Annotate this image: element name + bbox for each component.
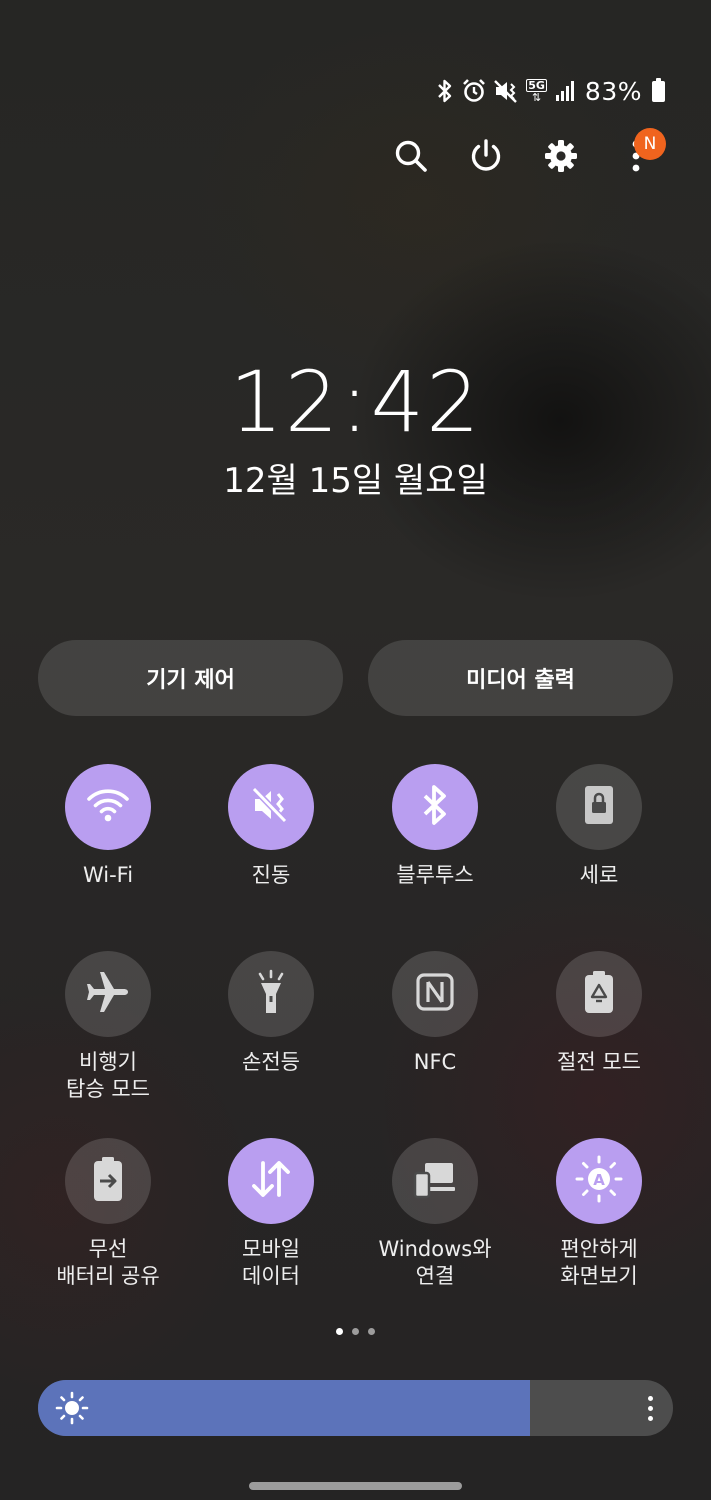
tile-label: 진동 bbox=[251, 863, 291, 887]
tile-airplane-mode[interactable]: 비행기 탑승 모드 bbox=[33, 951, 183, 1103]
tile-power-saving-toggle[interactable] bbox=[556, 951, 642, 1037]
tile-label: 비행기 탑승 모드 bbox=[66, 1050, 150, 1101]
battery-icon bbox=[652, 77, 665, 102]
tile-wifi[interactable]: Wi-Fi bbox=[33, 764, 183, 889]
search-icon bbox=[394, 139, 428, 177]
bluetooth-icon bbox=[420, 784, 450, 830]
tile-label: 편안하게 화면보기 bbox=[560, 1237, 638, 1288]
tile-bluetooth-toggle[interactable] bbox=[392, 764, 478, 850]
more-dot bbox=[647, 1415, 653, 1421]
tile-orientation[interactable]: 세로 bbox=[524, 764, 674, 889]
signal-icon bbox=[555, 80, 575, 102]
tile-nfc-toggle[interactable] bbox=[392, 951, 478, 1037]
settings-button[interactable] bbox=[541, 138, 581, 178]
bluetooth-icon bbox=[436, 78, 454, 104]
more-dot bbox=[647, 1395, 653, 1401]
alarm-icon bbox=[462, 78, 486, 104]
tile-vibrate-toggle[interactable] bbox=[228, 764, 314, 850]
vibrate-icon bbox=[494, 78, 518, 104]
tile-flashlight[interactable]: 손전등 bbox=[196, 951, 346, 1076]
page-dot[interactable] bbox=[336, 1328, 343, 1335]
tile-label: 세로 bbox=[579, 863, 619, 887]
brightness-more-button[interactable] bbox=[641, 1390, 659, 1426]
media-output-button[interactable]: 미디어 출력 bbox=[368, 640, 673, 716]
home-indicator[interactable] bbox=[249, 1482, 462, 1490]
tile-mobile-data-toggle[interactable] bbox=[228, 1138, 314, 1224]
tile-label: 모바일 데이터 bbox=[242, 1237, 300, 1288]
eye-comfort-icon: A bbox=[574, 1154, 624, 1208]
flashlight-icon bbox=[253, 969, 289, 1019]
tile-label: 절전 모드 bbox=[557, 1050, 641, 1074]
tile-wireless-battery-share-toggle[interactable] bbox=[65, 1138, 151, 1224]
tile-label: NFC bbox=[413, 1050, 457, 1074]
page-indicator bbox=[0, 1328, 711, 1335]
battery-percentage: 83% bbox=[584, 76, 642, 106]
link-to-windows-icon bbox=[413, 1159, 457, 1203]
nfc-icon bbox=[416, 973, 454, 1015]
more-dot bbox=[647, 1405, 653, 1411]
device-control-button[interactable]: 기기 제어 bbox=[38, 640, 343, 716]
tile-link-to-windows-toggle[interactable] bbox=[392, 1138, 478, 1224]
svg-text:A: A bbox=[593, 1171, 605, 1189]
tile-label: 무선 배터리 공유 bbox=[56, 1237, 160, 1288]
airplane-icon bbox=[84, 968, 132, 1020]
tile-orientation-toggle[interactable] bbox=[556, 764, 642, 850]
brightness-fill bbox=[38, 1380, 531, 1436]
portrait-lock-icon bbox=[583, 784, 615, 830]
search-button[interactable] bbox=[391, 138, 431, 178]
sun-icon bbox=[55, 1391, 89, 1429]
page-dot[interactable] bbox=[368, 1328, 375, 1335]
tile-wifi-toggle[interactable] bbox=[65, 764, 151, 850]
tile-label: 손전등 bbox=[242, 1050, 300, 1074]
power-button[interactable] bbox=[466, 138, 506, 178]
clock-time[interactable]: 12:42 bbox=[0, 352, 711, 452]
tile-bluetooth[interactable]: 블루투스 bbox=[360, 764, 510, 889]
tile-link-to-windows[interactable]: Windows와 연결 bbox=[360, 1138, 510, 1290]
tile-wireless-battery-share[interactable]: 무선 배터리 공유 bbox=[33, 1138, 183, 1290]
wifi-icon bbox=[86, 786, 130, 828]
tile-airplane-toggle[interactable] bbox=[65, 951, 151, 1037]
tile-eye-comfort-toggle[interactable]: A bbox=[556, 1138, 642, 1224]
tile-label: Wi-Fi bbox=[82, 863, 134, 887]
wireless-battery-share-icon bbox=[91, 1155, 125, 1207]
data-arrows-icon: ⇅ bbox=[531, 91, 542, 104]
page-dot[interactable] bbox=[352, 1328, 359, 1335]
tile-power-saving[interactable]: 절전 모드 bbox=[524, 951, 674, 1076]
vibrate-icon bbox=[251, 785, 291, 829]
gear-icon bbox=[543, 138, 579, 178]
tile-mobile-data[interactable]: 모바일 데이터 bbox=[196, 1138, 346, 1290]
notification-badge: N bbox=[634, 128, 666, 160]
tile-flashlight-toggle[interactable] bbox=[228, 951, 314, 1037]
power-icon bbox=[468, 138, 504, 178]
tile-eye-comfort[interactable]: A 편안하게 화면보기 bbox=[524, 1138, 674, 1290]
tile-vibrate[interactable]: 진동 bbox=[196, 764, 346, 889]
mobile-data-icon bbox=[249, 1157, 293, 1205]
clock-date[interactable]: 12월 15일 월요일 bbox=[0, 458, 711, 504]
tile-nfc[interactable]: NFC bbox=[360, 951, 510, 1076]
status-bar: 5G ⇅ 83% bbox=[436, 76, 665, 106]
power-saving-icon bbox=[582, 969, 616, 1019]
5g-icon: 5G ⇅ bbox=[526, 79, 547, 104]
tile-label: 블루투스 bbox=[396, 863, 474, 887]
brightness-slider[interactable] bbox=[38, 1380, 673, 1436]
tile-label: Windows와 연결 bbox=[378, 1237, 492, 1288]
